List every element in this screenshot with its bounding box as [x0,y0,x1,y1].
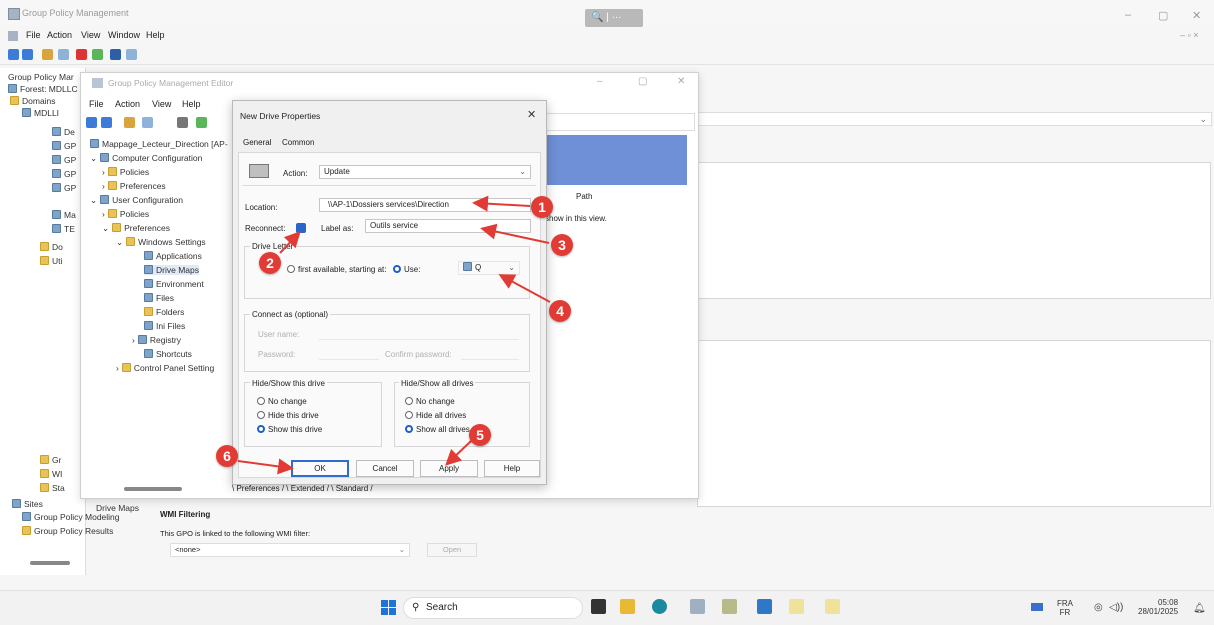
annotation-arrows [237,195,551,475]
arrow-1 [472,195,531,212]
arrow-3 [480,223,550,244]
ad-users-icon[interactable] [757,599,772,614]
file-explorer-icon[interactable] [620,599,635,614]
annotation-marker-2: 2 [259,252,281,274]
taskbar-search[interactable]: ⚲ Search [403,597,583,619]
language-top: FRA [1057,599,1073,608]
clock-time: 05:08 [1158,598,1179,607]
arrow-6 [237,458,294,475]
annotation-marker-1: 1 [531,196,553,218]
taskbar-search-label: Search [426,602,458,613]
arrow-5 [445,440,472,466]
language-bottom: FR [1059,608,1071,617]
clock-date: 28/01/2025 [1138,607,1179,616]
notification-bell-icon[interactable]: 🔔︎ [1193,603,1206,614]
clock[interactable]: 05:08 28/01/2025 [1138,598,1178,616]
annotation-marker-6: 6 [216,445,238,467]
task-view-icon[interactable] [591,599,606,614]
arrow-2 [279,231,301,254]
start-button[interactable] [381,600,396,615]
edge-icon[interactable] [652,599,667,614]
language-indicator[interactable]: FRA FR [1057,599,1073,617]
annotation-marker-5: 5 [469,424,491,446]
gp-editor-taskbar-icon[interactable] [825,599,840,614]
tray-network-app-icon[interactable] [1031,603,1043,611]
search-icon: ⚲ [412,602,420,613]
volume-icon[interactable]: ◁)) [1109,602,1123,613]
annotation-marker-3: 3 [551,234,573,256]
annotation-marker-4: 4 [549,300,571,322]
network-tool-icon[interactable] [722,599,737,614]
network-icon[interactable]: ◎ [1094,602,1103,613]
gpm-taskbar-icon[interactable] [789,599,804,614]
server-manager-icon[interactable] [690,599,705,614]
arrow-4 [498,274,551,303]
